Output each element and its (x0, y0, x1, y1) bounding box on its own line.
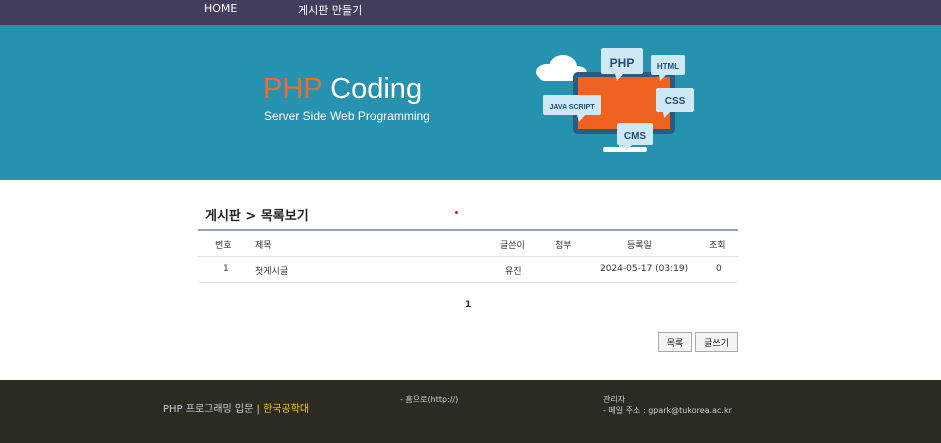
header-date: 등록일 (627, 241, 652, 251)
footer-course-text: PHP 프로그래밍 입문 | (163, 404, 264, 415)
site-footer: PHP 프로그래밍 입문 | 한국공학대 - 홈으로(http://) 관리자 … (0, 380, 941, 443)
red-dot (455, 211, 458, 214)
row-writer: 유진 (505, 267, 522, 277)
footer-school: 한국공학대 (263, 404, 310, 415)
row-no: 1 (223, 264, 229, 274)
row-subject-link[interactable]: 첫게시글 (255, 264, 288, 277)
svg-text:PHP: PHP (610, 56, 635, 70)
footer-email: - 메일 주소 : gpark@tukorea.ac.kr (603, 406, 732, 415)
row-views: 0 (716, 264, 722, 274)
footer-admin-label: 관리자 (603, 395, 626, 404)
site-logo-title[interactable]: PHP Coding (263, 73, 422, 106)
header-subject: 제목 (255, 241, 272, 251)
svg-text:CSS: CSS (665, 96, 686, 107)
board-table: 번호 제목 글쓴이 첨부 등록일 조회 1 첫게시글 유진 2024-05-17… (198, 229, 738, 283)
site-logo-subtitle: Server Side Web Programming (264, 109, 430, 123)
header-writer: 글쓴이 (500, 241, 525, 251)
header-no: 번호 (215, 241, 232, 251)
svg-text:JAVA SCRIPT: JAVA SCRIPT (550, 104, 596, 111)
logo-coding-text: Coding (322, 73, 423, 105)
board-title: 게시판 > 목록보기 (205, 209, 309, 224)
write-button[interactable]: 글쓰기 (695, 332, 738, 352)
header-views: 조회 (709, 241, 726, 251)
top-nav: HOME 게시판 만들기 (0, 0, 941, 25)
svg-text:HTML: HTML (657, 62, 679, 71)
footer-home-link[interactable]: - 홈으로(http://) (400, 394, 458, 405)
page-number-link[interactable]: 1 (465, 300, 471, 310)
footer-admin: 관리자 - 메일 주소 : gpark@tukorea.ac.kr (603, 394, 732, 416)
nav-home-link[interactable]: HOME (204, 2, 237, 15)
table-row[interactable]: 1 첫게시글 유진 2024-05-17 (03:19) 0 (198, 257, 738, 283)
logo-php-text: PHP (263, 73, 323, 105)
web-tech-illustration: PHP HTML CSS JAVA SCRIPT CMS (536, 48, 694, 152)
board-header-row: 번호 제목 글쓴이 첨부 등록일 조회 (198, 231, 738, 257)
header-attach: 첨부 (555, 241, 572, 251)
svg-text:CMS: CMS (624, 131, 647, 142)
hero-banner: PHP Coding Server Side Web Programming (0, 25, 941, 180)
footer-course: PHP 프로그래밍 입문 | 한국공학대 (163, 400, 309, 415)
list-button[interactable]: 목록 (658, 332, 692, 352)
nav-make-board-link[interactable]: 게시판 만들기 (298, 2, 362, 18)
row-date: 2024-05-17 (03:19) (600, 264, 689, 274)
